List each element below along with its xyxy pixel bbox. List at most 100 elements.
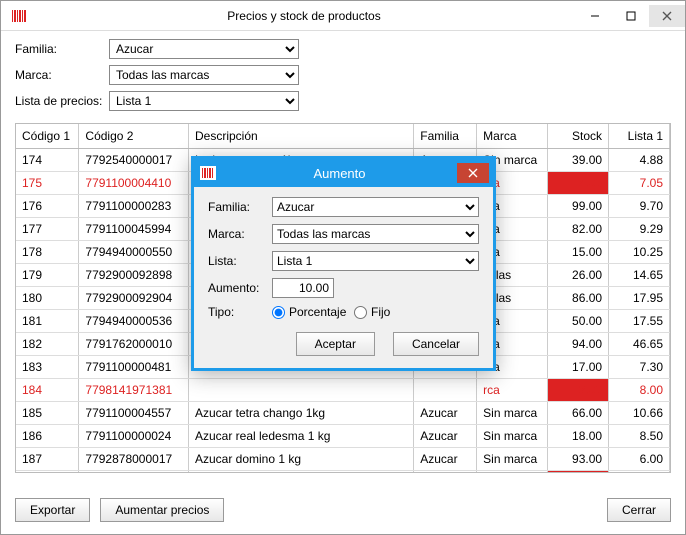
cell-stock: 93.00 xyxy=(548,447,609,470)
th-familia[interactable]: Familia xyxy=(414,124,477,148)
table-row[interactable]: 1867791100000024Azucar real ledesma 1 kg… xyxy=(16,424,670,447)
window-titlebar: Precios y stock de productos xyxy=(1,1,685,31)
cell-c1: 179 xyxy=(16,263,79,286)
cell-fam: Azucar xyxy=(414,401,477,424)
minimize-button[interactable] xyxy=(577,5,613,27)
window-controls xyxy=(577,5,685,27)
cell-lista: 9.70 xyxy=(609,194,670,217)
cell-stock: 66.00 xyxy=(548,401,609,424)
cell-fam: Azucar xyxy=(414,424,477,447)
tipo-fijo-label: Fijo xyxy=(371,305,390,319)
cell-stock: 39.00 xyxy=(548,148,609,171)
cell-desc: Azcar impalpable la parmesana 250gr xyxy=(188,470,413,473)
cell-lista: 14.65 xyxy=(609,263,670,286)
th-codigo2[interactable]: Código 2 xyxy=(79,124,189,148)
lista-label: Lista de precios: xyxy=(15,94,109,108)
cell-fam: Azucar xyxy=(414,447,477,470)
cerrar-button[interactable]: Cerrar xyxy=(607,498,671,522)
aumento-app-icon xyxy=(194,166,222,180)
cell-c2: 7791100045994 xyxy=(79,217,189,240)
cell-c2: 7792540000017 xyxy=(79,148,189,171)
th-lista1[interactable]: Lista 1 xyxy=(609,124,670,148)
cell-stock: 99.00 xyxy=(548,194,609,217)
cell-stock: 8.00 xyxy=(548,470,609,473)
app-barcode-icon xyxy=(7,9,31,23)
th-marca[interactable]: Marca xyxy=(477,124,548,148)
cell-c1: 185 xyxy=(16,401,79,424)
cell-c2: 7794940000550 xyxy=(79,240,189,263)
cell-lista: 10.66 xyxy=(609,401,670,424)
cell-stock: 3.00 xyxy=(548,378,609,401)
aumento-close-button[interactable] xyxy=(457,163,489,183)
aumento-tipo-label: Tipo: xyxy=(208,305,272,319)
cell-c2: 7796373002101 xyxy=(79,470,189,473)
cell-lista: 9.29 xyxy=(609,217,670,240)
cell-lista: 8.00 xyxy=(609,378,670,401)
aumento-titlebar: Aumento xyxy=(194,159,493,187)
cell-c1: 174 xyxy=(16,148,79,171)
cell-c2: 7798141971381 xyxy=(79,378,189,401)
cell-marca: Sin marca xyxy=(477,401,548,424)
cell-desc: Azucar tetra chango 1kg xyxy=(188,401,413,424)
cell-stock: 18.00 xyxy=(548,424,609,447)
close-button[interactable] xyxy=(649,5,685,27)
cell-c1: 176 xyxy=(16,194,79,217)
cell-c1: 183 xyxy=(16,355,79,378)
lista-select[interactable]: Lista 1 xyxy=(109,91,299,111)
aumento-lista-label: Lista: xyxy=(208,254,272,268)
aumentar-precios-button[interactable]: Aumentar precios xyxy=(100,498,224,522)
aumento-amount-input[interactable] xyxy=(272,278,334,298)
aumento-dialog: Aumento Familia: Azucar Marca: Todas las… xyxy=(191,156,496,371)
cell-lista: 17.55 xyxy=(609,309,670,332)
aceptar-button[interactable]: Aceptar xyxy=(296,332,375,356)
cell-stock: 17.00 xyxy=(548,355,609,378)
tipo-fijo-radio[interactable]: Fijo xyxy=(354,305,418,319)
cell-lista: 17.95 xyxy=(609,286,670,309)
cell-desc: Azucar real ledesma 1 kg xyxy=(188,424,413,447)
table-row[interactable]: 1877792878000017Azucar domino 1 kgAzucar… xyxy=(16,447,670,470)
th-stock[interactable]: Stock xyxy=(548,124,609,148)
th-codigo1[interactable]: Código 1 xyxy=(16,124,79,148)
cell-stock: 26.00 xyxy=(548,263,609,286)
cell-c2: 7791100000024 xyxy=(79,424,189,447)
aumento-title: Aumento xyxy=(222,166,457,181)
cell-c1: 182 xyxy=(16,332,79,355)
aumento-body: Familia: Azucar Marca: Todas las marcas … xyxy=(194,187,493,368)
cell-marca: Sin marca xyxy=(477,447,548,470)
familia-label: Familia: xyxy=(15,42,109,56)
table-row[interactable]: 1887796373002101Azcar impalpable la parm… xyxy=(16,470,670,473)
cell-fam: Azucar xyxy=(414,470,477,473)
cell-c2: 7791100000481 xyxy=(79,355,189,378)
aumento-lista-select[interactable]: Lista 1 xyxy=(272,251,479,271)
table-row[interactable]: 1847798141971381rca3.008.00 xyxy=(16,378,670,401)
th-descripcion[interactable]: Descripción xyxy=(188,124,413,148)
table-row[interactable]: 1857791100004557Azucar tetra chango 1kgA… xyxy=(16,401,670,424)
cell-c1: 177 xyxy=(16,217,79,240)
cancelar-button[interactable]: Cancelar xyxy=(393,332,479,356)
cell-stock: 86.00 xyxy=(548,286,609,309)
filter-panel: Familia: Azucar Marca: Todas las marcas … xyxy=(1,31,685,123)
cell-desc: Azucar domino 1 kg xyxy=(188,447,413,470)
cell-lista: 4.88 xyxy=(609,148,670,171)
familia-select[interactable]: Azucar xyxy=(109,39,299,59)
tipo-porcentaje-radio[interactable]: Porcentaje xyxy=(272,305,336,319)
cell-desc xyxy=(188,378,413,401)
cell-lista: 12.70 xyxy=(609,470,670,473)
cell-marca: Sin marca xyxy=(477,424,548,447)
aumento-familia-select[interactable]: Azucar xyxy=(272,197,479,217)
cell-c1: 184 xyxy=(16,378,79,401)
cell-c1: 178 xyxy=(16,240,79,263)
aumento-marca-select[interactable]: Todas las marcas xyxy=(272,224,479,244)
marca-select[interactable]: Todas las marcas xyxy=(109,65,299,85)
cell-stock: 94.00 xyxy=(548,332,609,355)
cell-marca: Sin marca xyxy=(477,470,548,473)
bottom-bar: Exportar Aumentar precios Cerrar xyxy=(15,498,671,522)
cell-c2: 7791100004410 xyxy=(79,171,189,194)
exportar-button[interactable]: Exportar xyxy=(15,498,90,522)
maximize-button[interactable] xyxy=(613,5,649,27)
cell-stock: 50.00 xyxy=(548,309,609,332)
aumento-amount-label: Aumento: xyxy=(208,281,272,295)
cell-c2: 7791100004557 xyxy=(79,401,189,424)
aumento-familia-label: Familia: xyxy=(208,200,272,214)
cell-lista: 7.30 xyxy=(609,355,670,378)
